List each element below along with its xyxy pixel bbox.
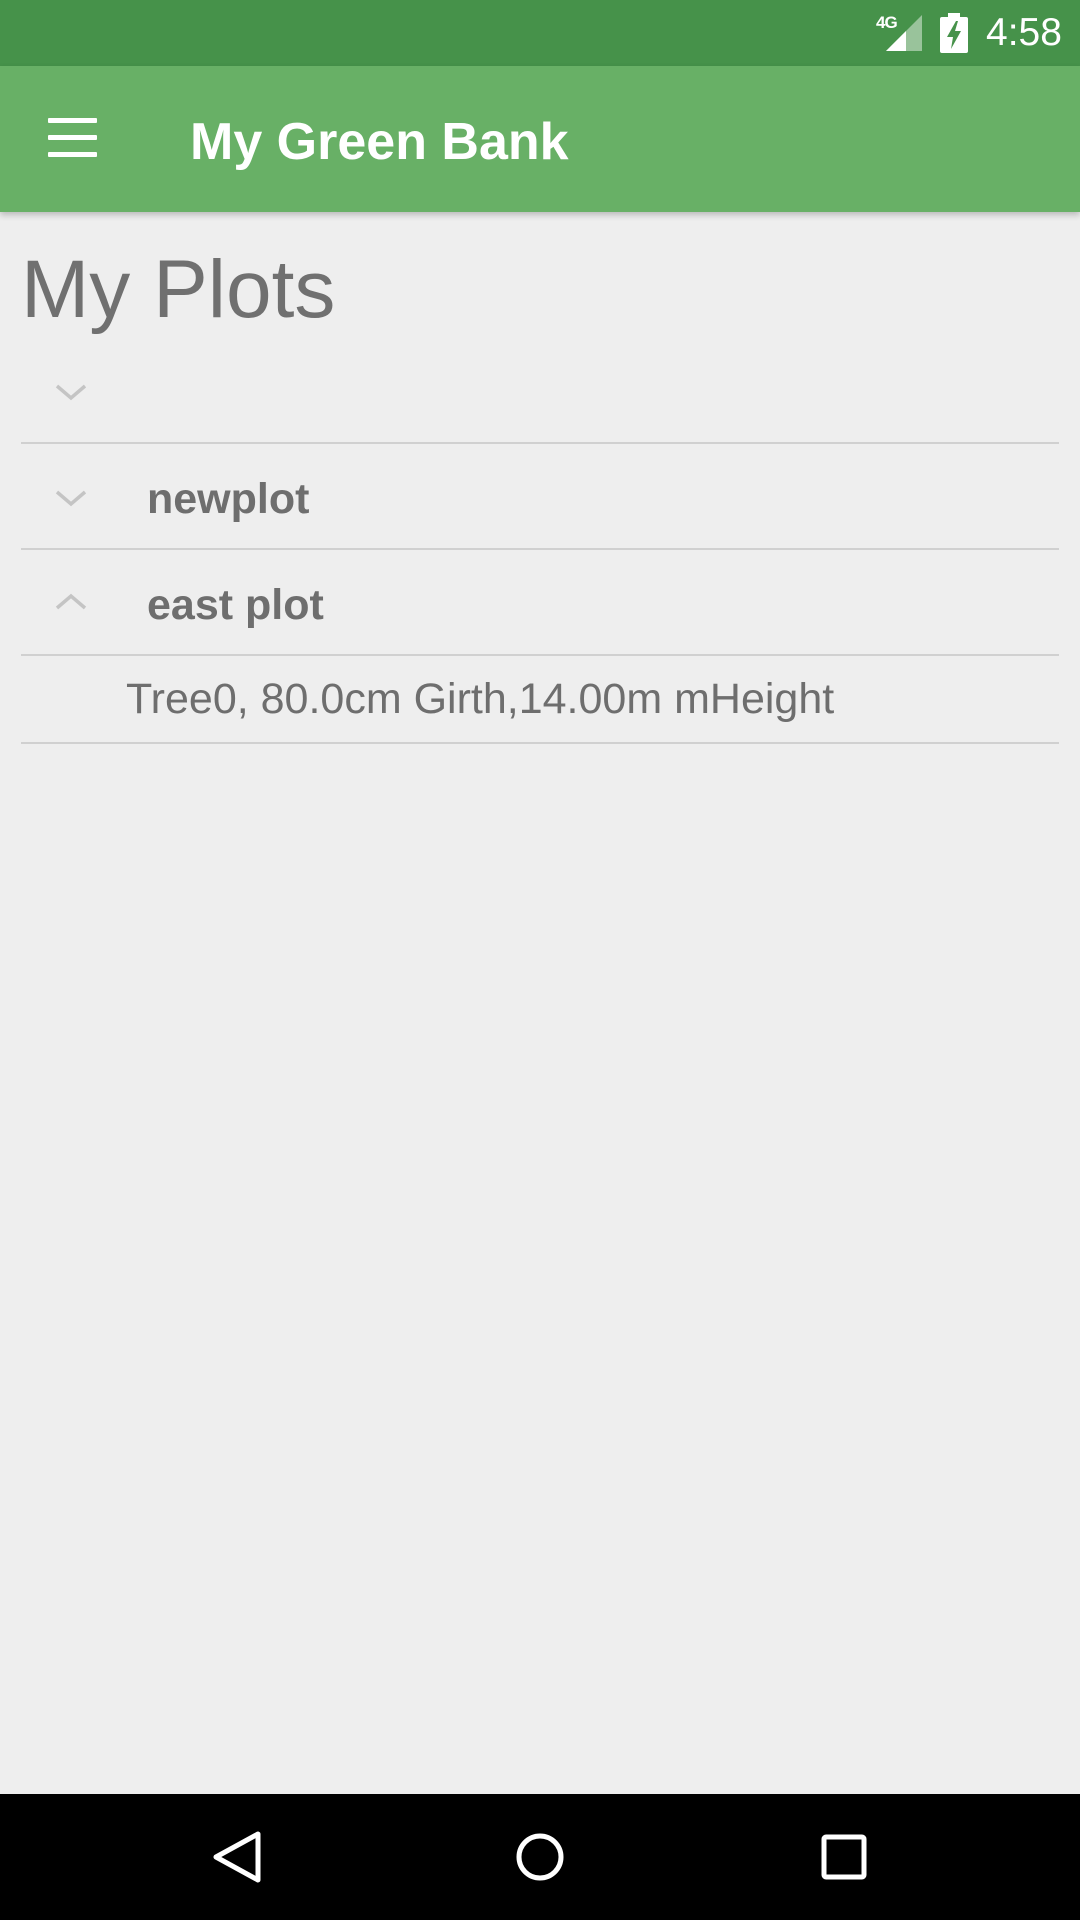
plot-list: newplot east plot Tree0, 80.0cm Girth,14… xyxy=(21,338,1059,744)
home-icon[interactable] xyxy=(495,1812,585,1902)
tree-list-item[interactable]: Tree0, 80.0cm Girth,14.00m mHeight xyxy=(21,656,1059,744)
status-bar: 4G 4:58 xyxy=(0,0,1080,66)
clock: 4:58 xyxy=(986,11,1062,54)
back-icon[interactable] xyxy=(192,1812,282,1902)
tree-details: Tree0, 80.0cm Girth,14.00m mHeight xyxy=(126,675,835,723)
plot-row-newplot[interactable]: newplot xyxy=(21,444,1059,550)
page-title: My Plots xyxy=(21,244,336,335)
menu-button[interactable] xyxy=(36,106,108,172)
chevron-down-icon xyxy=(55,490,87,507)
battery-charging-icon xyxy=(940,13,968,53)
plot-row-east-plot[interactable]: east plot xyxy=(21,550,1059,656)
signal-icon xyxy=(886,15,922,51)
plot-name: east plot xyxy=(147,581,324,629)
plot-row-unnamed[interactable] xyxy=(21,338,1059,444)
chevron-down-icon xyxy=(55,384,87,401)
plot-name: newplot xyxy=(147,475,310,523)
recents-icon[interactable] xyxy=(799,1812,889,1902)
navigation-bar xyxy=(0,1794,1080,1920)
app-title: My Green Bank xyxy=(190,113,569,171)
app-bar: My Green Bank xyxy=(0,66,1080,212)
chevron-up-icon xyxy=(55,593,87,610)
